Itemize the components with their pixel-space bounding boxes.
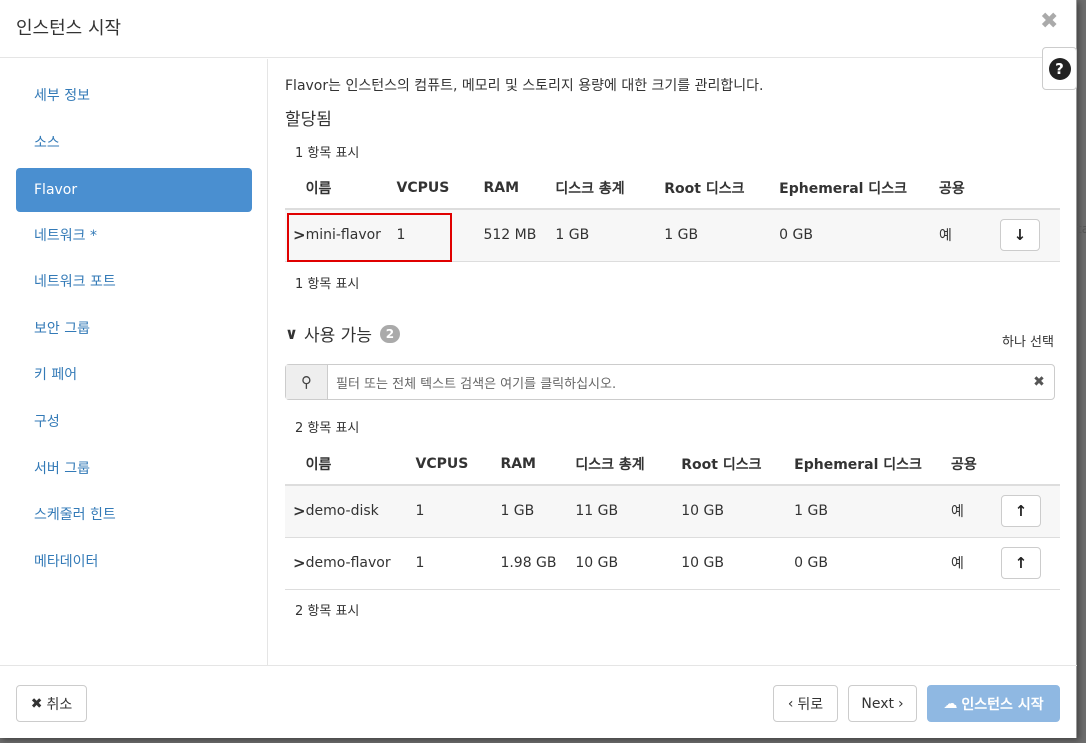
chevron-right-icon[interactable]: >: [293, 502, 306, 520]
sidebar-item-server-groups[interactable]: 서버 그룹: [16, 446, 252, 490]
sidebar-item-configuration[interactable]: 구성: [16, 399, 252, 443]
cloud-upload-icon: ☁: [943, 695, 958, 712]
allocate-arrow-up-button[interactable]: ↑: [1000, 495, 1041, 528]
flavor-disk-total: 10 GB: [575, 537, 682, 590]
col-name: 이름: [305, 167, 397, 210]
available-heading[interactable]: ∨ 사용 가능 2: [285, 321, 400, 346]
search-icon: ⚲: [286, 365, 328, 399]
flavor-vcpus: 1: [415, 485, 501, 538]
sidebar-item-network-ports[interactable]: 네트워크 포트: [16, 259, 252, 303]
flavor-description: Flavor는 인스턴스의 컴퓨트, 메모리 및 스토리지 용량에 대한 크기를…: [285, 78, 764, 94]
allocate-arrow-up-button[interactable]: ↑: [1000, 547, 1041, 579]
next-button-label: Next: [861, 695, 894, 712]
clear-filter-icon[interactable]: ✖: [1024, 365, 1054, 399]
chevron-left-icon: ‹: [787, 695, 794, 712]
table-row: > demo-flavor 1 1.98 GB 10 GB 10 GB 0 GB…: [285, 537, 1060, 590]
wizard-sidebar: 세부 정보 소스 Flavor 네트워크 * 네트워크 포트 보안 그룹 키 페…: [0, 59, 268, 665]
sidebar-item-network[interactable]: 네트워크 *: [16, 213, 252, 257]
flavor-public: 예: [939, 209, 1000, 262]
close-icon[interactable]: ✖: [1040, 10, 1058, 34]
col-ram: RAM: [483, 167, 556, 210]
col-disk-total: 디스크 총계: [555, 167, 665, 210]
col-expand: [285, 167, 306, 210]
col-ephemeral-disk: Ephemeral 디스크: [794, 443, 952, 486]
flavor-vcpus: 1: [415, 537, 501, 590]
allocated-count-bottom: 1 항목 표시: [295, 277, 360, 292]
col-vcpus: VCPUS: [415, 443, 501, 486]
select-one-label: 하나 선택: [1002, 335, 1054, 350]
col-name: 이름: [305, 443, 416, 486]
flavor-public: 예: [951, 537, 1001, 590]
back-button[interactable]: ‹ 뒤로: [773, 685, 838, 722]
col-action: [999, 167, 1060, 210]
background-page-text: ta: [1077, 222, 1086, 236]
col-disk-total: 디스크 총계: [575, 443, 682, 486]
chevron-right-icon[interactable]: >: [293, 554, 306, 572]
flavor-name: demo-disk: [305, 485, 416, 538]
back-button-label: 뒤로: [797, 696, 824, 713]
available-heading-label: 사용 가능: [304, 326, 372, 346]
launch-instance-button-label: 인스턴스 시작: [961, 696, 1044, 713]
next-button[interactable]: Next ›: [848, 685, 917, 722]
allocated-heading: 할당됨: [285, 110, 332, 130]
chevron-down-icon: ∨: [285, 324, 298, 343]
flavor-ephemeral-disk: 1 GB: [794, 485, 952, 538]
filter-search-bar[interactable]: ⚲ 필터 또는 전체 텍스트 검색은 여기를 클릭하십시오. ✖: [285, 364, 1055, 400]
sidebar-item-source[interactable]: 소스: [16, 120, 252, 164]
col-root-disk: Root 디스크: [664, 167, 780, 210]
sidebar-item-key-pair[interactable]: 키 페어: [16, 352, 252, 396]
selection-highlight-box: [287, 213, 452, 262]
flavor-ephemeral-disk: 0 GB: [794, 537, 952, 590]
flavor-name: demo-flavor: [305, 537, 416, 590]
col-action: [1000, 443, 1060, 486]
filter-input[interactable]: 필터 또는 전체 텍스트 검색은 여기를 클릭하십시오.: [328, 365, 1024, 399]
available-count-top: 2 항목 표시: [295, 421, 360, 436]
table-row: > demo-disk 1 1 GB 11 GB 10 GB 1 GB 예 ↑: [285, 485, 1060, 538]
launch-instance-button[interactable]: ☁ 인스턴스 시작: [927, 685, 1060, 722]
available-count-badge: 2: [379, 324, 400, 343]
sidebar-item-scheduler-hints[interactable]: 스케줄러 힌트: [16, 492, 252, 536]
col-ephemeral-disk: Ephemeral 디스크: [779, 167, 940, 210]
flavor-ephemeral-disk: 0 GB: [779, 209, 940, 262]
col-ram: RAM: [500, 443, 576, 486]
col-root-disk: Root 디스크: [681, 443, 795, 486]
available-table: 이름 VCPUS RAM 디스크 총계 Root 디스크 Ephemeral 디…: [285, 443, 1060, 590]
flavor-root-disk: 10 GB: [681, 537, 795, 590]
modal-header: 인스턴스 시작 ✖: [0, 0, 1077, 58]
flavor-ram: 1.98 GB: [500, 537, 576, 590]
sidebar-item-metadata[interactable]: 메타데이터: [16, 539, 252, 583]
flavor-public: 예: [951, 485, 1001, 538]
col-public: 공용: [951, 443, 1001, 486]
available-count-bottom: 2 항목 표시: [295, 604, 360, 619]
flavor-ram: 1 GB: [500, 485, 576, 538]
flavor-disk-total: 1 GB: [555, 209, 665, 262]
col-vcpus: VCPUS: [396, 167, 484, 210]
allocated-count-top: 1 항목 표시: [295, 146, 360, 161]
flavor-root-disk: 1 GB: [664, 209, 780, 262]
close-icon: ✖: [30, 695, 43, 712]
col-expand: [285, 443, 306, 486]
cancel-button-label: 취소: [46, 696, 73, 713]
sidebar-item-details[interactable]: 세부 정보: [16, 73, 252, 117]
launch-instance-modal: 인스턴스 시작 ✖ ? 세부 정보 소스 Flavor 네트워크 * 네트워크 …: [0, 0, 1077, 738]
sidebar-item-flavor[interactable]: Flavor: [16, 168, 252, 212]
col-public: 공용: [939, 167, 1000, 210]
help-button[interactable]: ?: [1042, 47, 1077, 90]
flavor-disk-total: 11 GB: [575, 485, 682, 538]
deallocate-arrow-down-button[interactable]: ↓: [999, 219, 1040, 252]
modal-title: 인스턴스 시작: [16, 18, 122, 39]
cancel-button[interactable]: ✖ 취소: [16, 685, 87, 722]
chevron-right-icon: ›: [898, 695, 904, 712]
sidebar-item-security-groups[interactable]: 보안 그룹: [16, 306, 252, 350]
flavor-ram: 512 MB: [483, 209, 556, 262]
flavor-root-disk: 10 GB: [681, 485, 795, 538]
modal-footer: ✖ 취소 ‹ 뒤로 Next › ☁ 인스턴스 시작: [0, 665, 1077, 738]
question-mark-icon: ?: [1048, 57, 1071, 80]
